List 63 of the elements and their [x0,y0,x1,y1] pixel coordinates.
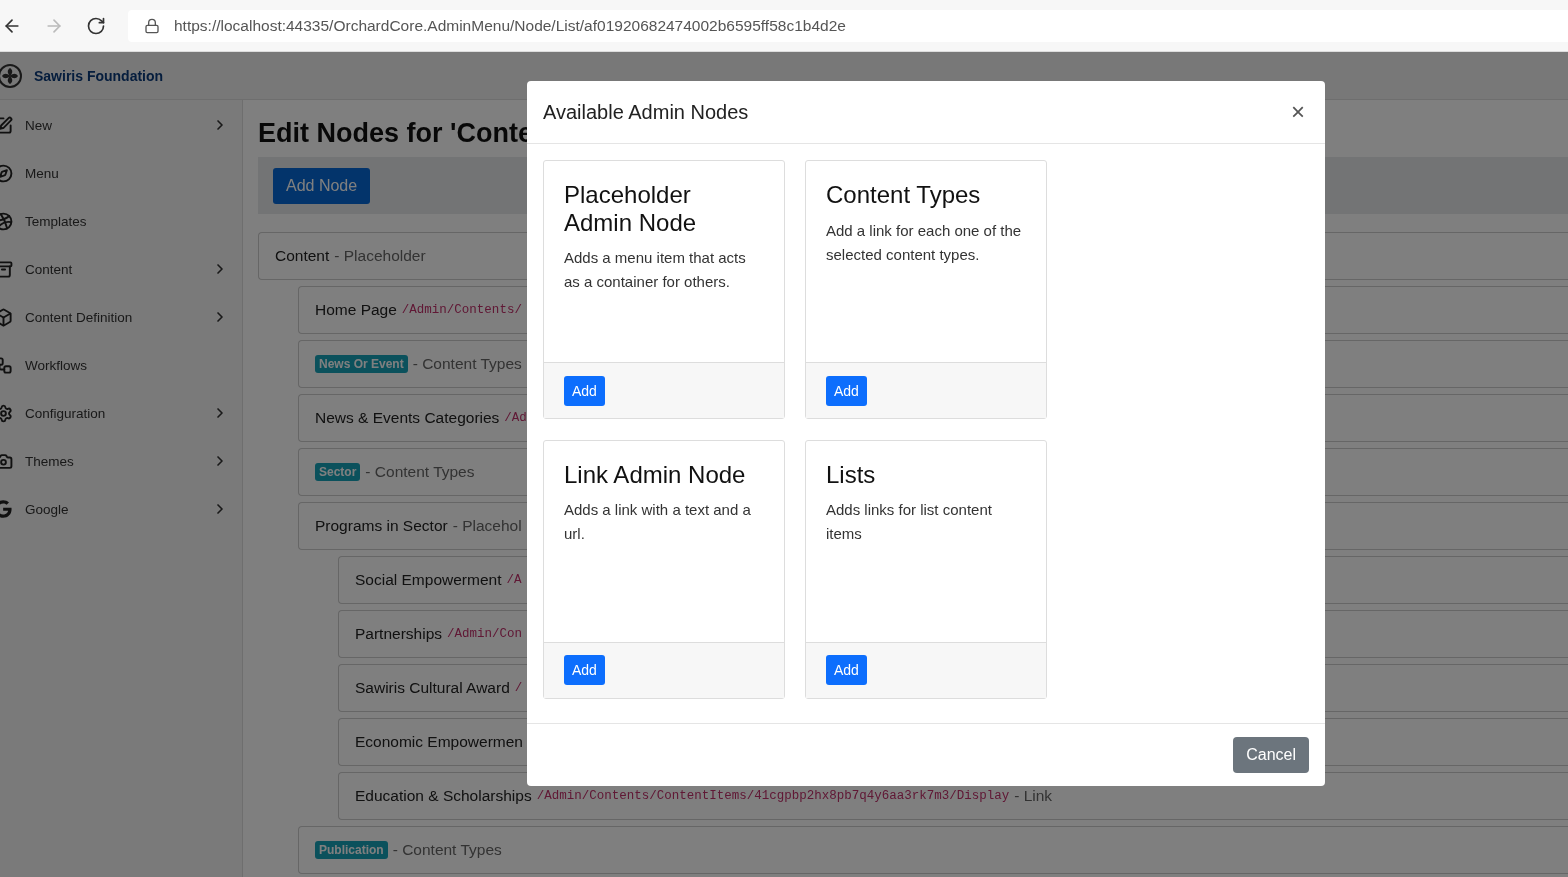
compass-icon [0,163,13,183]
node-type-label: - Content Types [392,841,502,859]
sidebar-item[interactable]: Content [0,245,242,293]
node-url: /Admin/Contents/ [401,303,522,317]
workflow-icon [0,355,13,375]
sidebar-item[interactable]: Templates [0,197,242,245]
node-url: /Admin/Contents/ContentItems/41cgpbp2hx8pb7q4y6aa3rk7m3/Display [536,789,1010,803]
add-node-button[interactable]: Add Node [273,167,371,204]
node-type-label: - Content Types [412,355,522,373]
add-button[interactable]: Add [564,655,605,685]
add-button[interactable]: Add [826,655,867,685]
card-description: Add a link for each one of the selected content types. [826,220,1023,265]
card-title: Placeholder Admin Node [564,181,698,237]
pen-icon [0,115,13,135]
node-url: / [514,681,523,695]
node-title: Economic Empowermen [355,733,523,751]
sidebar-item[interactable]: Content Definition [0,293,242,341]
node-title: Social Empowerment [355,571,502,589]
card-title: Content Types [826,181,982,209]
node-type-label: - Placeholder [334,247,426,265]
node-title: Sawiris Cultural Award [355,679,510,697]
card-description: Adds a menu item that acts as a container for others. [564,248,747,293]
node-url: /A [506,573,522,587]
node-type-label: - Placehol [452,517,522,535]
card-description: Adds links for list content items [826,500,993,545]
camera-icon [0,451,13,471]
sidebar-item[interactable]: Configuration [0,389,242,437]
node-title: Partnerships [355,625,442,643]
address-bar[interactable]: https://localhost:44335/OrchardCore.AdminMenu/Node/List/af01920682474002b6595ff58c1b4d2e [128,9,1568,42]
menu-node-row[interactable]: Publication - Content Types [298,826,1568,874]
sidebar-item[interactable]: Workflows [0,341,242,389]
lock-icon [144,17,160,34]
node-title: Home Page [315,301,397,319]
node-url: /Admin/Con [447,627,523,641]
node-title: News & Events Categories [315,409,500,427]
sidebar-item[interactable]: Google [0,485,242,533]
add-button[interactable]: Add [564,375,605,406]
node-url: /Ad [504,411,527,425]
archive-icon [0,259,13,279]
sidebar-item[interactable]: Menu [0,149,242,197]
modal-title: Available Admin Nodes [543,100,749,124]
url-text: https://localhost:44335/OrchardCore.AdminMenu/Node/List/af01920682474002b6595ff58c1b4d2e [174,16,846,35]
cancel-button[interactable]: Cancel [1233,737,1309,773]
close-button[interactable]: × [1287,100,1309,124]
sidebar-item[interactable]: Themes [0,437,242,485]
refresh-button[interactable] [86,15,106,36]
node-type-label: - Content Types [365,463,475,481]
sidebar-item[interactable]: New [0,101,242,149]
node-type-label: - Link [1014,787,1053,805]
card-title: Link Admin Node [564,460,747,489]
add-button[interactable]: Add [826,375,867,406]
node-title: Programs in Sector [315,517,448,535]
content-type-badge: Publication [315,841,388,859]
logo-icon [0,63,22,88]
node-title: Content [275,247,330,265]
brand-name[interactable]: Sawiris Foundation [34,67,164,84]
content-type-badge: News Or Event [315,355,408,373]
settings-icon [0,403,13,423]
node-title: Education & Scholarships [355,787,532,805]
cube-icon [0,307,13,327]
content-type-badge: Sector [315,463,361,481]
card-description: Adds a link with a text and a url. [564,500,752,545]
card-title: Lists [826,460,877,489]
